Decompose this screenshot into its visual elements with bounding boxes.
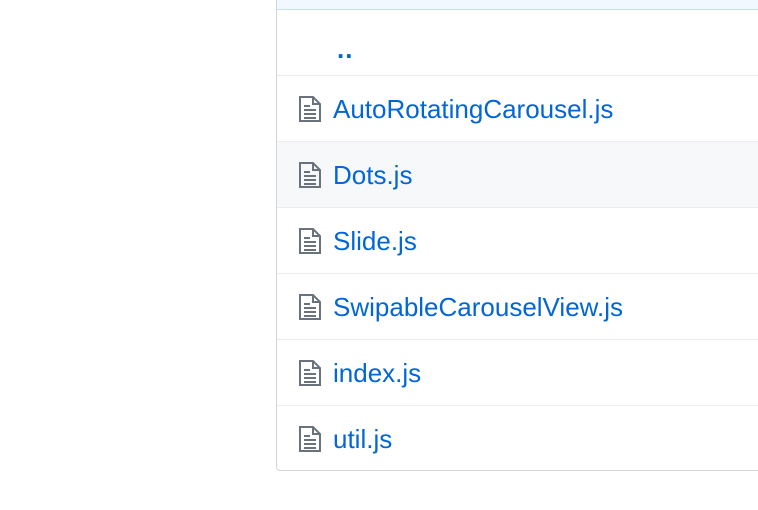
parent-directory-link[interactable]: .. <box>337 16 353 82</box>
file-text-icon <box>299 426 321 452</box>
file-text-icon <box>299 360 321 386</box>
file-list-panel: .. AutoRotatingCarousel.js Dots.js Slide… <box>276 0 758 471</box>
file-link[interactable]: index.js <box>333 340 421 406</box>
file-text-icon <box>299 294 321 320</box>
file-row[interactable]: AutoRotatingCarousel.js <box>277 76 758 142</box>
file-text-icon <box>299 228 321 254</box>
file-list-header <box>277 0 758 10</box>
file-link[interactable]: SwipableCarouselView.js <box>333 274 623 340</box>
file-row[interactable]: index.js <box>277 340 758 406</box>
file-text-icon <box>299 96 321 122</box>
file-row[interactable]: Slide.js <box>277 208 758 274</box>
file-link[interactable]: Dots.js <box>333 142 412 208</box>
parent-directory-row[interactable]: .. <box>277 10 758 76</box>
file-row[interactable]: SwipableCarouselView.js <box>277 274 758 340</box>
file-link[interactable]: AutoRotatingCarousel.js <box>333 76 613 142</box>
file-row[interactable]: Dots.js <box>277 142 758 208</box>
file-link[interactable]: util.js <box>333 406 392 470</box>
file-text-icon <box>299 162 321 188</box>
file-link[interactable]: Slide.js <box>333 208 417 274</box>
file-row[interactable]: util.js <box>277 406 758 470</box>
